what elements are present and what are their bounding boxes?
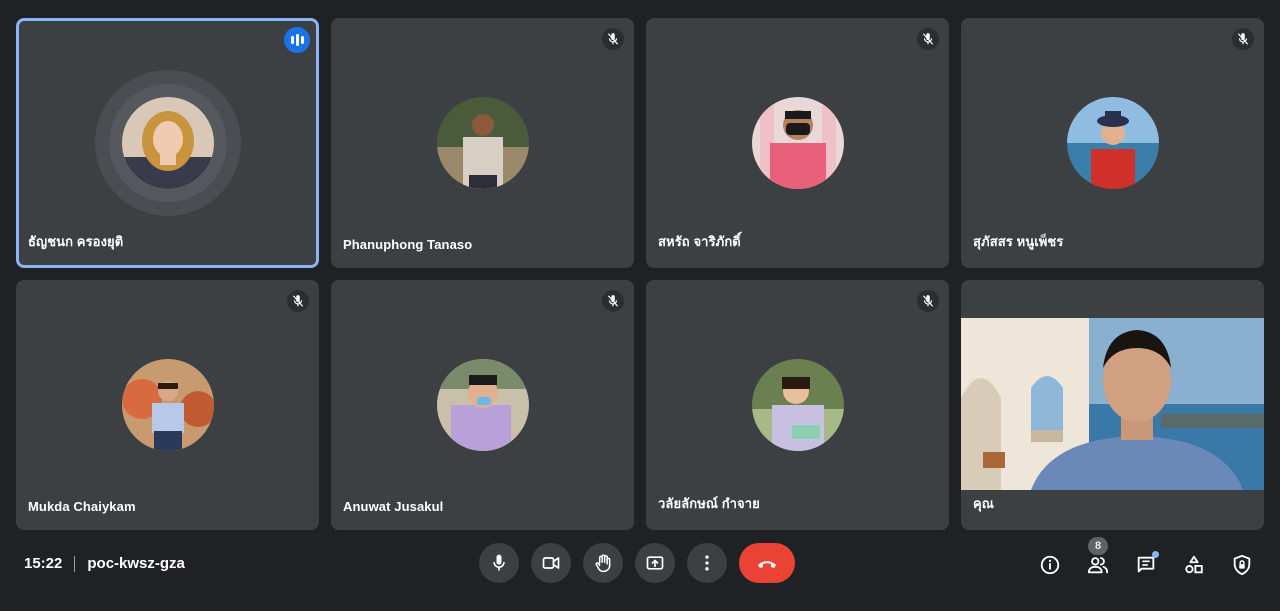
avatar-container <box>94 70 241 216</box>
mic-off-icon <box>917 290 939 312</box>
participant-tile[interactable]: Mukda Chaiykam <box>16 280 319 530</box>
avatar <box>436 359 529 451</box>
hang-up-button[interactable] <box>739 543 795 583</box>
participant-name: Mukda Chaiykam <box>28 499 136 514</box>
camera-button[interactable] <box>531 543 571 583</box>
mic-off-icon <box>602 290 624 312</box>
microphone-icon <box>493 554 505 571</box>
info-icon <box>1040 555 1060 575</box>
speaking-indicator-icon <box>284 27 310 53</box>
people-button[interactable]: 8 <box>1078 537 1118 585</box>
raise-hand-button[interactable] <box>583 543 623 583</box>
participant-name: คุณ <box>973 496 994 511</box>
meeting-time: 15:22 <box>24 555 63 572</box>
avatar <box>121 97 214 189</box>
people-count-badge: 8 <box>1088 537 1108 555</box>
call-controls <box>479 543 795 583</box>
participant-name: สหรัถ จาริภักดิ์ <box>658 234 741 249</box>
chat-button[interactable] <box>1126 545 1166 585</box>
avatar <box>1066 97 1159 189</box>
participant-tile[interactable]: สหรัถ จาริภักดิ์ <box>646 18 949 268</box>
activities-button[interactable] <box>1174 545 1214 585</box>
avatar <box>436 97 529 189</box>
participant-name: สุภัสสร หนูเพ็ชร <box>973 234 1064 249</box>
participant-name: Anuwat Jusakul <box>343 499 444 514</box>
mic-off-icon <box>917 28 939 50</box>
self-video-tile[interactable]: คุณ <box>961 280 1264 530</box>
more-options-icon <box>705 555 709 571</box>
avatar-container <box>436 359 529 451</box>
mic-off-icon <box>1232 28 1254 50</box>
participant-name: Phanuphong Tanaso <box>343 237 473 252</box>
participant-tile[interactable]: Phanuphong Tanaso <box>331 18 634 268</box>
participant-tile[interactable]: ธัญชนก ครองยุติ <box>16 18 319 268</box>
participant-name: วลัยลักษณ์ กำจาย <box>658 496 760 511</box>
participant-grid: ธัญชนก ครองยุติ Phanuphong Tanaso สหรัถ … <box>16 18 1266 530</box>
mic-off-icon <box>602 28 624 50</box>
mic-off-icon <box>287 290 309 312</box>
host-controls-button[interactable] <box>1222 545 1262 585</box>
camera-icon <box>542 557 560 569</box>
host-controls-icon <box>1233 554 1251 576</box>
participant-tile[interactable]: สุภัสสร หนูเพ็ชร <box>961 18 1264 268</box>
self-video <box>961 318 1264 490</box>
avatar <box>121 359 214 451</box>
meeting-code[interactable]: poc-kwsz-gza <box>87 555 185 572</box>
raise-hand-icon <box>595 554 611 573</box>
bottom-toolbar: 15:22 poc-kwsz-gza 8 <box>0 531 1280 611</box>
microphone-button[interactable] <box>479 543 519 583</box>
more-options-button[interactable] <box>687 543 727 583</box>
hang-up-icon <box>758 561 776 568</box>
avatar-container <box>751 359 844 451</box>
avatar-container <box>121 359 214 451</box>
participant-tile[interactable]: วลัยลักษณ์ กำจาย <box>646 280 949 530</box>
unread-dot <box>1152 551 1159 558</box>
participant-name: ธัญชนก ครองยุติ <box>28 234 124 249</box>
avatar <box>751 359 844 451</box>
avatar-container <box>751 97 844 189</box>
avatar-container <box>436 97 529 189</box>
side-panel-controls: 8 <box>1022 537 1262 585</box>
meeting-details-button[interactable] <box>1030 545 1070 585</box>
present-screen-button[interactable] <box>635 543 675 583</box>
meeting-info: 15:22 poc-kwsz-gza <box>24 555 185 572</box>
people-icon <box>1087 557 1109 574</box>
avatar-container <box>1066 97 1159 189</box>
present-screen-icon <box>646 556 664 570</box>
avatar <box>751 97 844 189</box>
participant-tile[interactable]: Anuwat Jusakul <box>331 280 634 530</box>
divider <box>74 555 76 572</box>
activities-icon <box>1185 555 1203 574</box>
